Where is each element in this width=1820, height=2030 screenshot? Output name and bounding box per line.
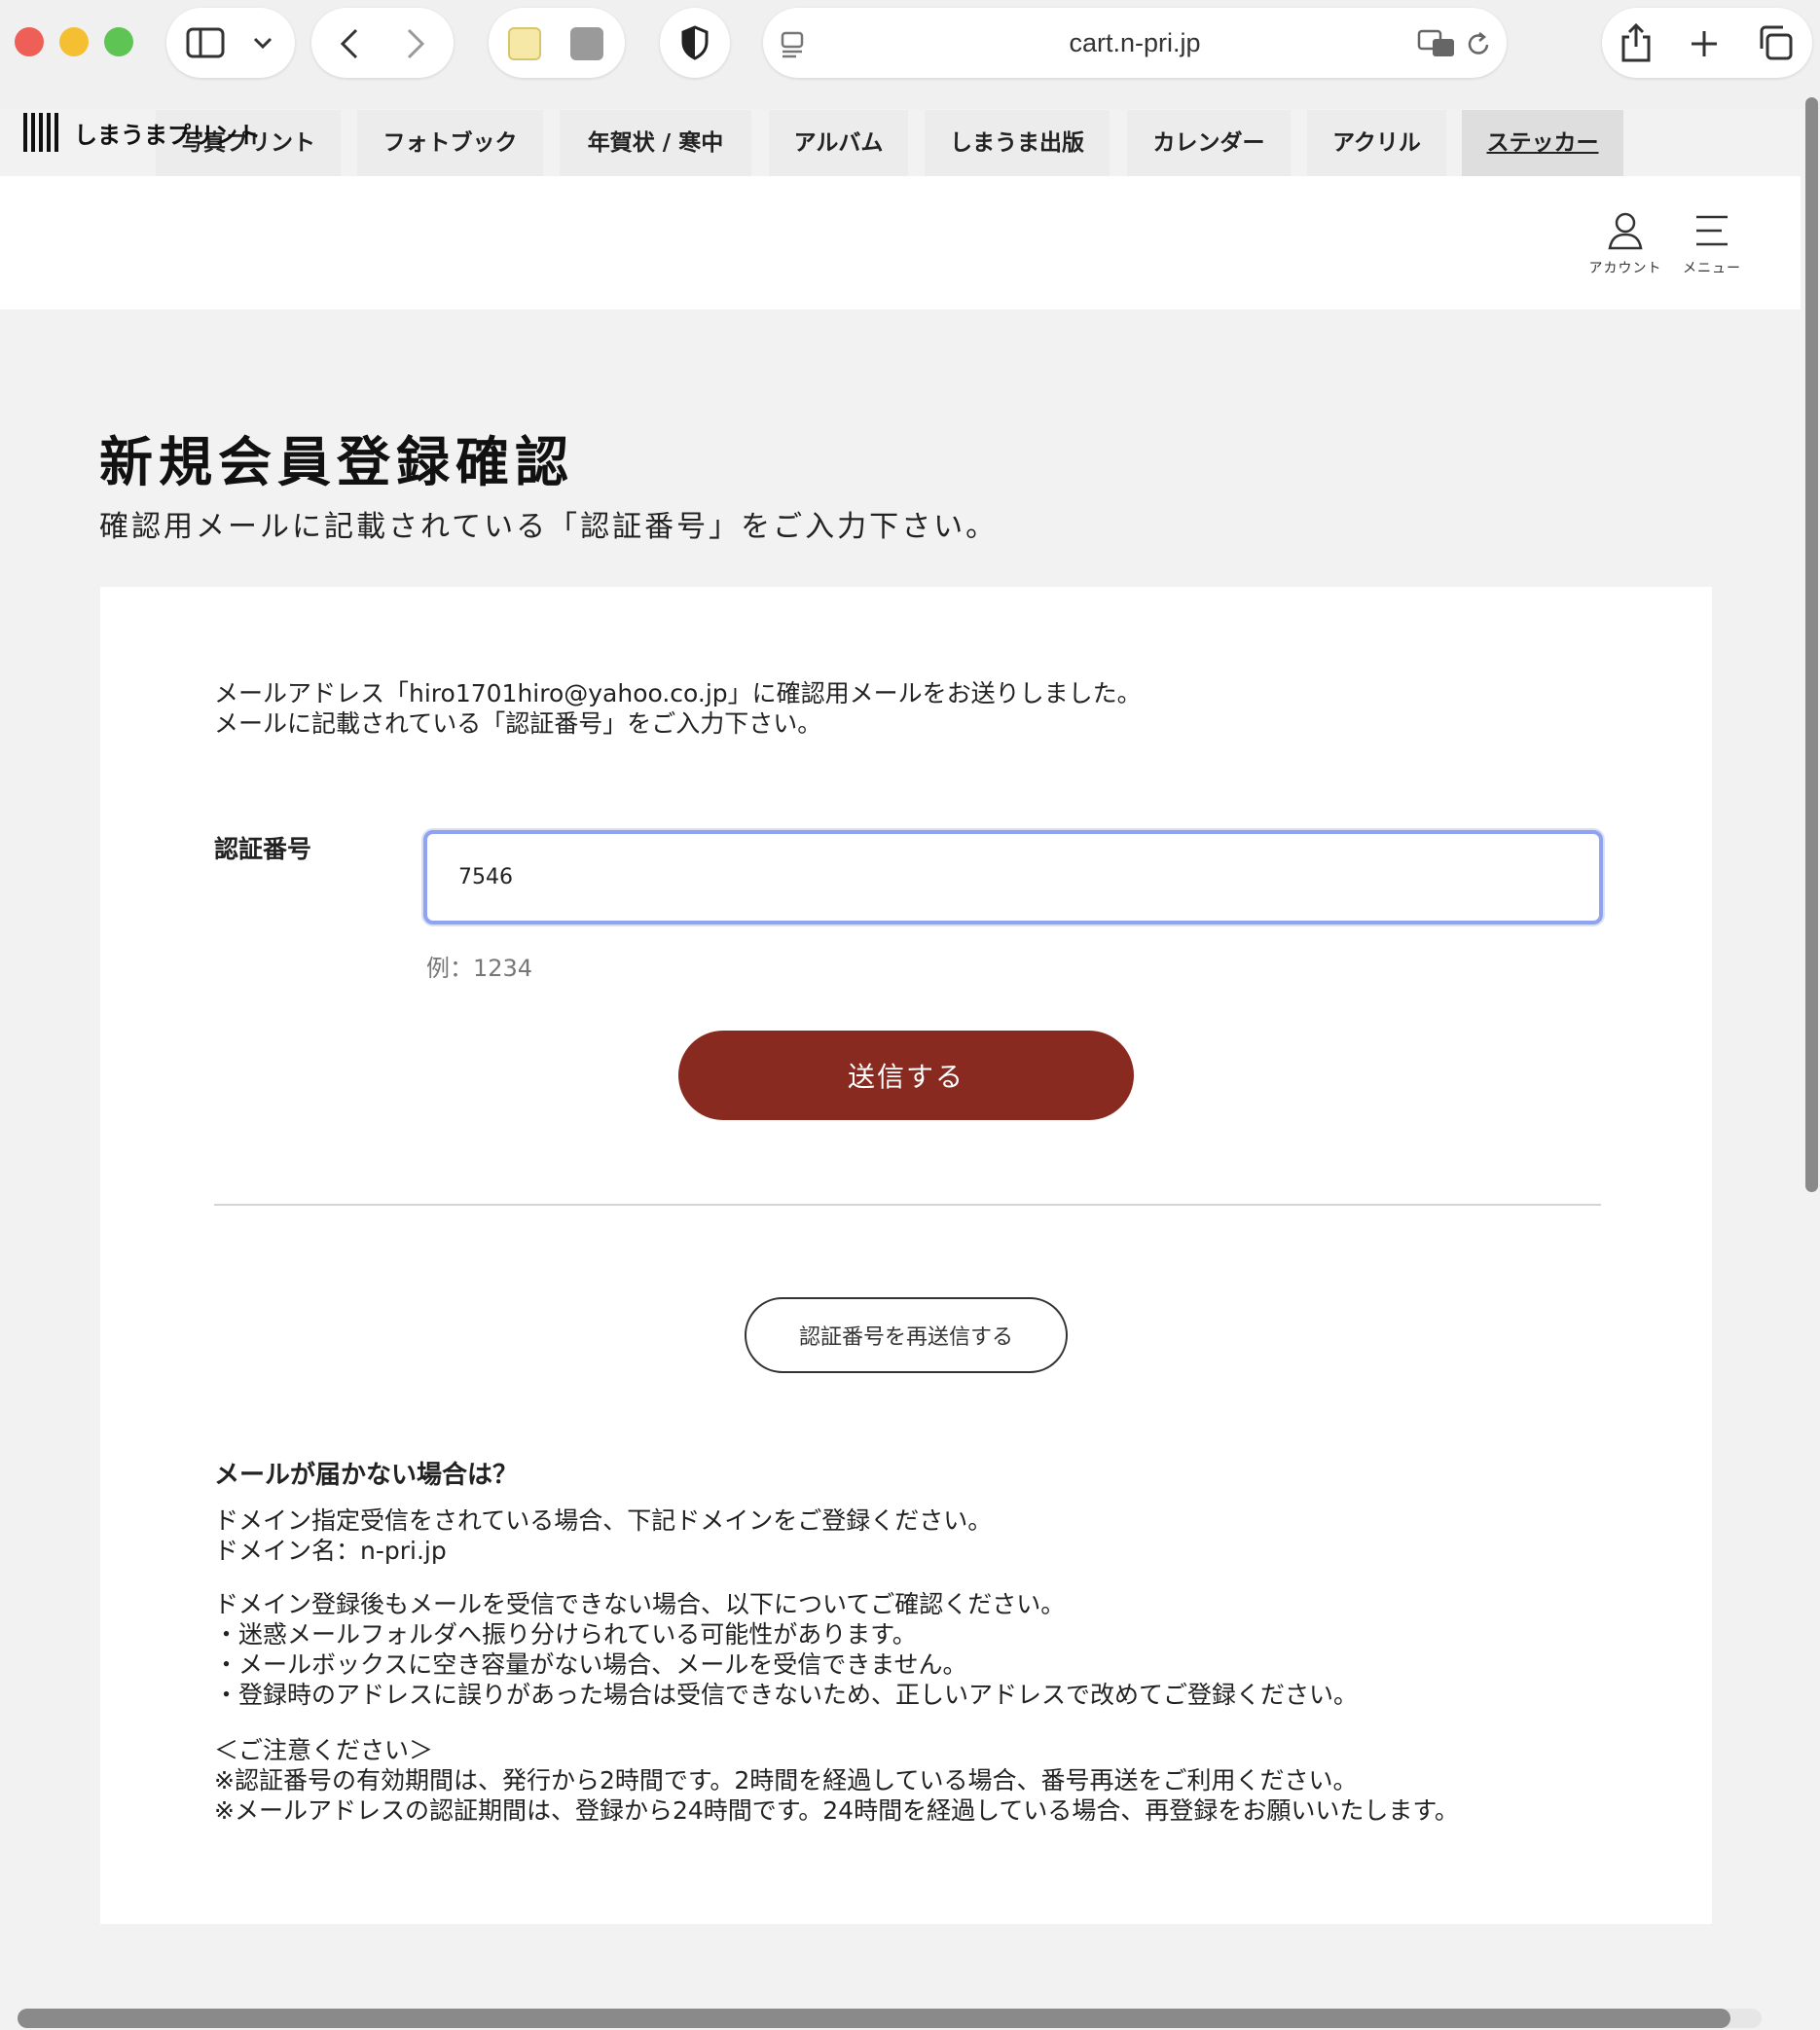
help-line: ドメイン指定受信をされている場合、下記ドメインをご登録ください。 xyxy=(214,1506,993,1535)
window-actions xyxy=(1602,8,1812,78)
code-label: 認証番号 xyxy=(214,835,312,863)
page-title: 新規会員登録確認 xyxy=(99,431,575,493)
sidebar-icon xyxy=(186,27,225,58)
domain-help-block: ドメイン指定受信をされている場合、下記ドメインをご登録ください。 ドメイン名：n… xyxy=(214,1505,992,1566)
intro-line: メールに記載されている「認証番号」をご入力下さい。 xyxy=(214,709,822,738)
menu-button[interactable]: メニュー xyxy=(1676,211,1748,277)
sidebar-toggle-button[interactable] xyxy=(166,8,295,78)
help-line: ドメイン登録後もメールを受信できない場合、以下についてご確認ください。 xyxy=(214,1590,1066,1618)
help-line: ※認証番号の有効期間は、発行から2時間です。2時間を経過している場合、番号再送を… xyxy=(214,1766,1358,1794)
help-line: ・メールボックスに空き容量がない場合、メールを受信できません。 xyxy=(214,1650,967,1679)
translate-icon[interactable] xyxy=(1417,29,1456,58)
menu-icon xyxy=(1696,215,1728,246)
nav-tab-album[interactable]: アルバム xyxy=(769,110,908,176)
shield-icon xyxy=(681,25,709,60)
help-title: メールが届かない場合は？ xyxy=(214,1461,519,1490)
account-icon xyxy=(1608,212,1643,250)
zoom-window-button[interactable] xyxy=(104,27,133,56)
nav-tab-publishing[interactable]: しまうま出版 xyxy=(925,110,1110,176)
submit-button[interactable]: 送信する xyxy=(678,1031,1134,1120)
intro-line: メールアドレス「hiro1701hiro@yahoo.co.jp」に確認用メール… xyxy=(214,679,1142,707)
help-line: ドメイン名：n-pri.jp xyxy=(214,1537,447,1565)
nav-tab-acrylic[interactable]: アクリル xyxy=(1307,110,1446,176)
nav-tab-calendar[interactable]: カレンダー xyxy=(1127,110,1291,176)
close-window-button[interactable] xyxy=(15,27,44,56)
pinned-tab-favicon[interactable] xyxy=(570,27,603,60)
forward-icon[interactable] xyxy=(405,27,426,60)
notice-help-block: ＜ご注意ください＞ ※認証番号の有効期間は、発行から2時間です。2時間を経過して… xyxy=(214,1735,1459,1826)
logo-text: しまうまプリント xyxy=(74,122,261,149)
nav-tab-photobook[interactable]: フォトブック xyxy=(357,110,543,176)
intro-text: メールアドレス「hiro1701hiro@yahoo.co.jp」に確認用メール… xyxy=(214,678,1142,739)
help-line: ・登録時のアドレスに誤りがあった場合は受信できないため、正しいアドレスで改めてご… xyxy=(214,1681,1359,1709)
troubleshoot-help-block: ドメイン登録後もメールを受信できない場合、以下についてご確認ください。 ・迷惑メ… xyxy=(214,1589,1358,1710)
help-line: ・迷惑メールフォルダへ振り分けられている可能性があります。 xyxy=(214,1620,917,1649)
verification-code-input[interactable] xyxy=(423,830,1603,924)
back-icon[interactable] xyxy=(339,27,360,60)
divider xyxy=(214,1204,1601,1206)
history-navigation xyxy=(311,8,454,78)
url-text[interactable]: cart.n-pri.jp xyxy=(763,8,1507,78)
tabs-overview-icon[interactable] xyxy=(1758,25,1793,60)
browser-toolbar: cart.n-pri.jp xyxy=(0,0,1820,109)
code-hint: 例：1234 xyxy=(426,955,533,982)
reload-icon[interactable] xyxy=(1466,31,1493,58)
address-bar[interactable]: cart.n-pri.jp xyxy=(763,8,1507,78)
site-header: アカウント メニュー xyxy=(0,176,1801,309)
vertical-scrollbar[interactable] xyxy=(1805,97,1818,1192)
privacy-button[interactable] xyxy=(660,8,730,78)
help-line: ※メールアドレスの認証期間は、登録から24時間です。24時間を経過している場合、… xyxy=(214,1796,1459,1825)
new-tab-icon[interactable] xyxy=(1690,29,1719,58)
resend-code-button[interactable]: 認証番号を再送信する xyxy=(745,1297,1068,1373)
nav-tab-sticker[interactable]: ステッカー xyxy=(1462,110,1623,176)
pinned-tabs xyxy=(489,8,625,78)
nav-tab-new-year-card[interactable]: 年賀状 / 寒中 xyxy=(560,110,751,176)
menu-label: メニュー xyxy=(1683,261,1741,276)
verification-card: メールアドレス「hiro1701hiro@yahoo.co.jp」に確認用メール… xyxy=(100,587,1712,1924)
share-icon[interactable] xyxy=(1620,23,1653,62)
page-subtitle: 確認用メールに記載されている「認証番号」をご入力下さい。 xyxy=(99,510,999,544)
horizontal-scrollbar[interactable] xyxy=(18,2009,1730,2028)
account-button[interactable]: アカウント xyxy=(1584,211,1666,277)
help-line: ＜ご注意ください＞ xyxy=(214,1736,434,1764)
chevron-down-icon[interactable] xyxy=(252,35,273,51)
minimize-window-button[interactable] xyxy=(59,27,89,56)
account-label: アカウント xyxy=(1588,261,1662,276)
pinned-tab-favicon[interactable] xyxy=(508,27,541,60)
